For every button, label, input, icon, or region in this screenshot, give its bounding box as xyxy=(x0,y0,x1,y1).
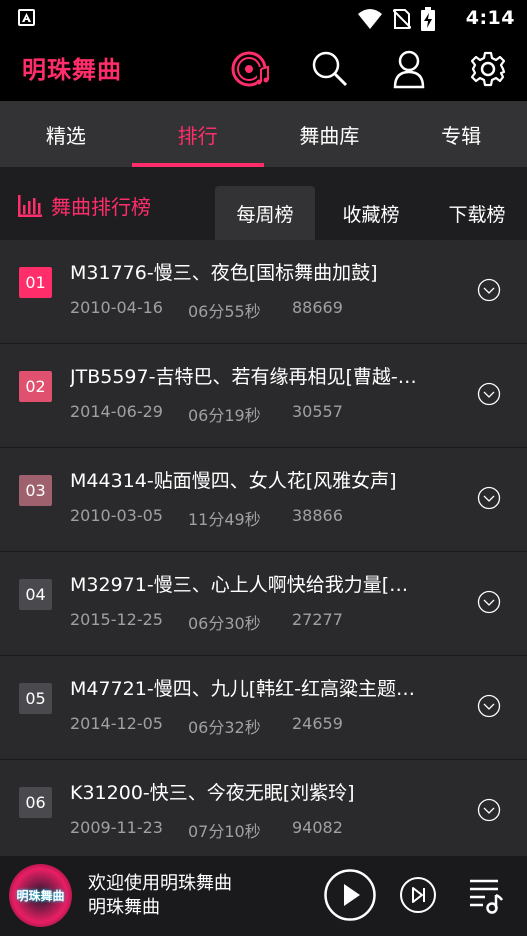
song-length: 06分30秒 xyxy=(188,614,261,633)
skip-next-icon xyxy=(400,877,436,913)
song-row[interactable]: 05 M47721-慢四、九儿[韩红-红高粱主题… 2014-12-05 06分… xyxy=(0,656,527,760)
search-icon[interactable] xyxy=(305,44,355,94)
main-tabs: 精选 排行 舞曲库 专辑 xyxy=(0,101,527,167)
tab-favorites[interactable]: 收藏榜 xyxy=(321,186,421,240)
song-plays: 27277 xyxy=(292,610,343,629)
status-time: 4:14 xyxy=(465,7,515,29)
playlist-button[interactable] xyxy=(468,876,504,914)
song-list: 01 M31776-慢三、夜色[国标舞曲加鼓] 2010-04-16 06分55… xyxy=(0,240,527,856)
album-art[interactable]: 明珠舞曲 xyxy=(9,864,72,927)
song-plays: 38866 xyxy=(292,506,343,525)
song-meta: 2014-06-29 06分19秒 30557 xyxy=(70,402,343,426)
wifi-icon xyxy=(358,9,382,29)
song-length: 06分55秒 xyxy=(188,302,261,321)
song-meta: 2010-03-05 11分49秒 38866 xyxy=(70,506,343,530)
app-title: 明珠舞曲 xyxy=(22,56,122,84)
chevron-down-icon[interactable] xyxy=(477,694,501,718)
player-bar: 明珠舞曲 欢迎使用明珠舞曲 明珠舞曲 xyxy=(0,856,527,936)
ranking-header: 舞曲排行榜 每周榜 收藏榜 下载榜 xyxy=(0,167,527,240)
chevron-down-icon[interactable] xyxy=(477,590,501,614)
song-title: M44314-贴面慢四、女人花[风雅女声] xyxy=(70,470,397,492)
gear-icon[interactable] xyxy=(463,44,513,94)
ranking-label: 舞曲排行榜 xyxy=(18,191,151,220)
song-date: 2015-12-25 xyxy=(70,610,163,629)
song-plays: 94082 xyxy=(292,818,343,837)
tab-ranking[interactable]: 排行 xyxy=(131,101,264,167)
song-title: JTB5597-吉特巴、若有缘再相见[曹越-… xyxy=(70,366,417,388)
song-title: M47721-慢四、九儿[韩红-红高粱主题… xyxy=(70,678,415,700)
chevron-down-icon[interactable] xyxy=(477,486,501,510)
tab-library[interactable]: 舞曲库 xyxy=(264,101,396,167)
player-title: 欢迎使用明珠舞曲 xyxy=(88,873,232,894)
rank-badge: 05 xyxy=(19,683,52,714)
song-meta: 2015-12-25 06分30秒 27277 xyxy=(70,610,343,634)
song-meta: 2014-12-05 06分32秒 24659 xyxy=(70,714,343,738)
rank-badge: 03 xyxy=(19,475,52,506)
tab-downloads[interactable]: 下载榜 xyxy=(427,186,527,240)
song-row[interactable]: 04 M32971-慢三、心上人啊快给我力量[… 2015-12-25 06分3… xyxy=(0,552,527,656)
song-length: 06分32秒 xyxy=(188,718,261,737)
song-meta: 2010-04-16 06分55秒 88669 xyxy=(70,298,343,322)
song-row[interactable]: 06 K31200-快三、今夜无眠[刘紫玲] 2009-11-23 07分10秒… xyxy=(0,760,527,856)
player-subtitle: 明珠舞曲 xyxy=(88,897,160,918)
song-row[interactable]: 02 JTB5597-吉特巴、若有缘再相见[曹越-… 2014-06-29 06… xyxy=(0,344,527,448)
song-date: 2014-06-29 xyxy=(70,402,163,421)
song-title: M32971-慢三、心上人啊快给我力量[… xyxy=(70,574,409,596)
rank-badge: 04 xyxy=(19,579,52,610)
song-row[interactable]: 03 M44314-贴面慢四、女人花[风雅女声] 2010-03-05 11分4… xyxy=(0,448,527,552)
ranking-label-text: 舞曲排行榜 xyxy=(51,195,151,219)
play-icon xyxy=(324,869,376,921)
playlist-icon xyxy=(470,879,504,914)
rank-badge: 02 xyxy=(19,371,52,402)
song-date: 2009-11-23 xyxy=(70,818,163,837)
tab-featured[interactable]: 精选 xyxy=(0,101,132,167)
status-bar: 4:14 xyxy=(0,0,527,36)
chevron-down-icon[interactable] xyxy=(477,382,501,406)
bar-chart-icon xyxy=(18,194,42,217)
chevron-down-icon[interactable] xyxy=(477,278,501,302)
song-length: 11分49秒 xyxy=(188,510,261,529)
song-plays: 24659 xyxy=(292,714,343,733)
song-date: 2010-03-05 xyxy=(70,506,163,525)
song-plays: 88669 xyxy=(292,298,343,317)
song-date: 2014-12-05 xyxy=(70,714,163,733)
user-icon[interactable] xyxy=(384,44,434,94)
song-plays: 30557 xyxy=(292,402,343,421)
play-button[interactable] xyxy=(323,868,377,922)
battery-icon xyxy=(421,7,435,31)
song-title: K31200-快三、今夜无眠[刘紫玲] xyxy=(70,782,355,804)
ranking-tabs: 每周榜 收藏榜 下载榜 xyxy=(209,186,527,240)
next-button[interactable] xyxy=(399,876,437,914)
song-title: M31776-慢三、夜色[国标舞曲加鼓] xyxy=(70,262,378,284)
app-bar: 明珠舞曲 xyxy=(0,36,527,101)
song-length: 07分10秒 xyxy=(188,822,261,841)
song-row[interactable]: 01 M31776-慢三、夜色[国标舞曲加鼓] 2010-04-16 06分55… xyxy=(0,240,527,344)
tab-weekly[interactable]: 每周榜 xyxy=(215,186,315,240)
album-art-text: 明珠舞曲 xyxy=(16,889,65,903)
rank-badge: 01 xyxy=(19,267,52,298)
song-date: 2010-04-16 xyxy=(70,298,163,317)
rank-badge: 06 xyxy=(19,787,52,818)
player-info[interactable]: 欢迎使用明珠舞曲 明珠舞曲 xyxy=(88,872,232,920)
tab-albums[interactable]: 专辑 xyxy=(395,101,527,167)
no-sim-icon xyxy=(393,9,411,29)
song-length: 06分19秒 xyxy=(188,406,261,425)
notification-icon xyxy=(18,9,35,26)
disc-music-icon[interactable] xyxy=(226,44,276,94)
chevron-down-icon[interactable] xyxy=(477,798,501,822)
song-meta: 2009-11-23 07分10秒 94082 xyxy=(70,818,343,842)
